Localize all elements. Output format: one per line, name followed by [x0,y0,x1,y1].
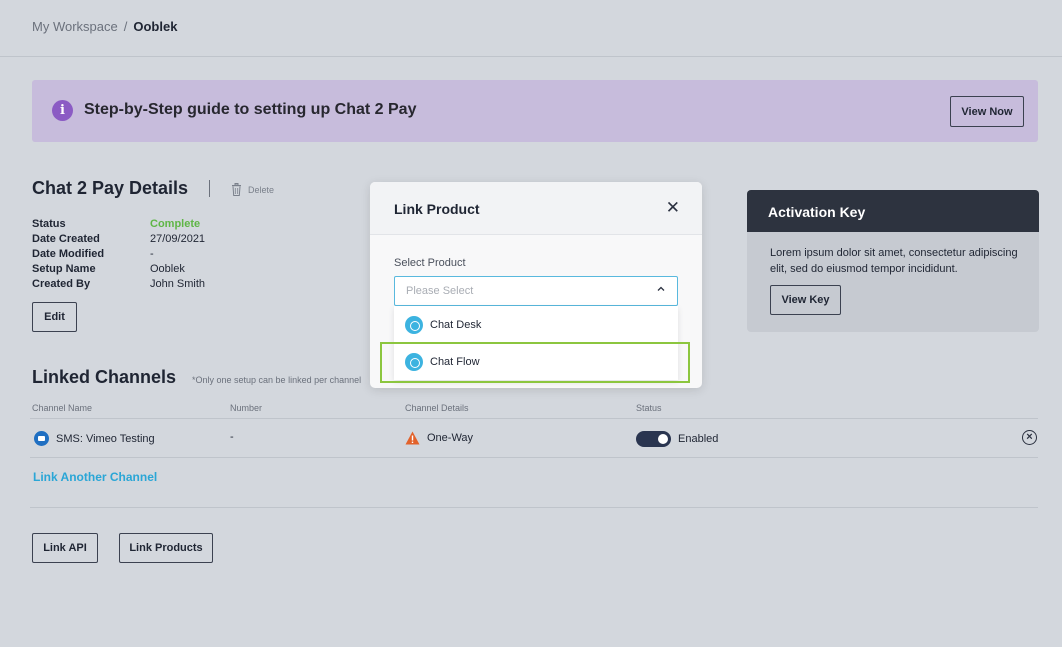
column-header-number: Number [230,403,263,413]
detail-row-status: Status Complete [32,216,205,231]
chat-flow-icon [405,353,423,371]
option-label: Chat Flow [430,356,480,368]
status-value: Complete [150,217,201,230]
detail-key: Date Created [32,232,100,245]
section-divider [30,507,1038,508]
toggle-knob [658,434,668,444]
info-icon: i [52,100,73,121]
breadcrumb-root[interactable]: My Workspace [32,19,118,34]
select-product-label: Select Product [394,257,466,269]
detail-value: 27/09/2021 [150,232,206,245]
status-label: Enabled [678,433,719,445]
linked-channels-title: Linked Channels [32,367,177,387]
linked-channels-note: *Only one setup can be linked per channe… [192,375,362,385]
link-product-modal: Link Product ✕ Select Product Please Sel… [370,182,702,388]
breadcrumb-current: Ooblek [133,19,178,34]
details-title: Chat 2 Pay Details [32,178,189,198]
delete-label: Delete [248,184,275,195]
detail-value: John Smith [150,277,206,290]
remove-channel-icon[interactable]: × [1022,430,1037,445]
channel-details-cell: One-Way [405,431,473,445]
detail-key: Created By [32,277,91,290]
column-header-channel-name: Channel Name [32,403,93,413]
modal-header: Link Product ✕ [370,182,702,235]
edit-button[interactable]: Edit [32,302,77,332]
column-header-status: Status [636,403,662,413]
option-chat-flow[interactable]: Chat Flow [394,343,678,380]
detail-key: Date Modified [32,247,105,260]
option-label: Chat Desk [430,318,482,331]
product-dropdown: Chat Desk Chat Flow [394,306,678,380]
detail-row-setup-name: Setup Name Ooblek [32,261,205,276]
link-another-channel-link[interactable]: Link Another Channel [33,470,157,484]
modal-title: Link Product [394,201,480,217]
trash-icon [232,183,241,196]
banner-title: Step-by-Step guide to setting up Chat 2 … [84,101,417,118]
detail-value: - [150,247,154,260]
option-chat-desk[interactable]: Chat Desk [394,306,678,343]
detail-key: Setup Name [32,262,96,275]
link-api-button[interactable]: Link API [32,533,98,563]
status-cell: Enabled [636,431,718,447]
table-header-divider [30,418,1038,419]
channel-details: One-Way [427,432,474,444]
link-products-button[interactable]: Link Products [119,533,213,563]
activation-key-description: Lorem ipsum dolor sit amet, consectetur … [770,247,1018,275]
channel-number: - [230,431,234,443]
breadcrumb: My Workspace / Ooblek [32,19,177,34]
chevron-up-icon [657,286,665,291]
activation-key-body: Lorem ipsum dolor sit amet, consectetur … [747,232,1039,315]
sms-chat-icon [34,431,49,446]
select-placeholder: Please Select [406,285,474,297]
view-now-button[interactable]: View Now [950,96,1024,127]
delete-button[interactable]: Delete [231,183,274,196]
breadcrumb-separator: / [123,19,128,34]
channel-name-cell: SMS: Vimeo Testing [34,431,155,446]
warning-icon [405,431,420,445]
column-header-channel-details: Channel Details [405,403,469,413]
detail-row-created-by: Created By John Smith [32,276,205,291]
chat-desk-icon [405,315,423,334]
status-toggle[interactable] [636,431,671,447]
table-row-divider [30,457,1038,458]
detail-value: Ooblek [150,262,185,275]
view-key-button[interactable]: View Key [770,285,841,315]
close-icon[interactable]: ✕ [666,199,680,216]
guide-banner: i Step-by-Step guide to setting up Chat … [32,80,1038,142]
header-divider [0,56,1062,57]
activation-key-card: Activation Key Lorem ipsum dolor sit ame… [747,190,1039,332]
detail-row-date-created: Date Created 27/09/2021 [32,231,205,246]
channel-name: SMS: Vimeo Testing [56,432,155,445]
detail-row-date-modified: Date Modified - [32,246,205,261]
product-select[interactable]: Please Select [394,276,678,306]
title-divider [209,180,210,197]
detail-key: Status [32,217,66,230]
details-table: Status Complete Date Created 27/09/2021 … [32,216,205,291]
activation-key-title: Activation Key [747,190,1039,232]
